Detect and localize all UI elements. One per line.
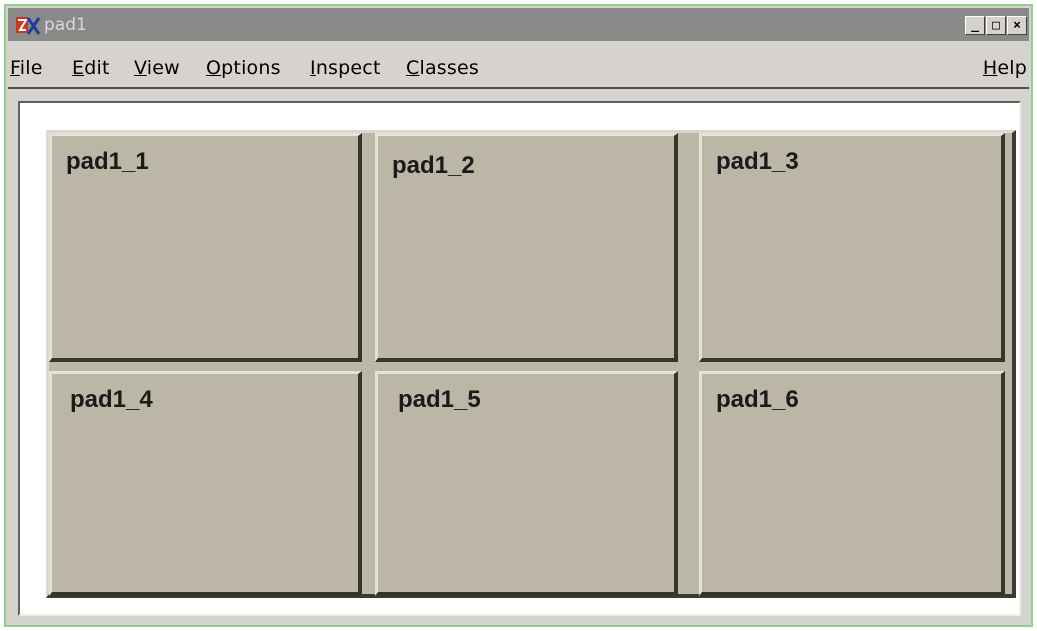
menu-options[interactable]: Options — [206, 57, 281, 79]
canvas-area[interactable]: pad1_1 pad1_2 pad1_3 pad1_4 pad1_5 pad1_… — [18, 101, 1021, 616]
pad-4[interactable]: pad1_4 — [49, 371, 362, 596]
pad-2[interactable]: pad1_2 — [375, 133, 678, 362]
menu-inspect-label: nspect — [315, 57, 381, 79]
pad-3[interactable]: pad1_3 — [699, 133, 1005, 362]
pad-label: pad1_6 — [716, 386, 799, 413]
pad-label: pad1_2 — [392, 152, 475, 179]
menu-help-mnemonic: H — [982, 57, 998, 79]
pad-label: pad1_1 — [66, 148, 149, 175]
menu-inspect[interactable]: Inspect — [310, 57, 381, 79]
menu-edit[interactable]: Edit — [72, 57, 110, 79]
menu-classes[interactable]: Classes — [406, 57, 479, 79]
menu-edit-label: dit — [84, 57, 110, 79]
menu-file-label: ile — [19, 57, 43, 79]
pad-label: pad1_5 — [398, 386, 481, 413]
menu-bar: File Edit View Options Inspect Classes H… — [8, 41, 1029, 89]
close-button[interactable]: × — [1007, 16, 1027, 35]
menu-file-mnemonic: F — [10, 57, 20, 79]
menu-help-label: elp — [997, 57, 1027, 79]
app-icon[interactable] — [14, 13, 42, 37]
maximize-button[interactable]: □ — [986, 16, 1006, 35]
menu-view-mnemonic: V — [134, 57, 147, 79]
menu-options-label: ptions — [221, 57, 281, 79]
pad-5[interactable]: pad1_5 — [375, 371, 678, 596]
menu-help[interactable]: Help — [983, 57, 1027, 79]
pad-label: pad1_3 — [716, 148, 799, 175]
menu-file[interactable]: File — [10, 57, 43, 79]
menu-classes-mnemonic: C — [406, 57, 420, 79]
application-window: pad1 _ □ × File Edit View Options Inspec… — [4, 4, 1033, 627]
minimize-button[interactable]: _ — [965, 16, 985, 35]
window-title: pad1 — [44, 14, 87, 35]
pad-label: pad1_4 — [70, 386, 153, 413]
menu-edit-mnemonic: E — [72, 57, 85, 79]
window-controls: _ □ × — [965, 16, 1027, 35]
title-bar[interactable]: pad1 _ □ × — [8, 8, 1029, 41]
menu-classes-label: lasses — [419, 57, 479, 79]
menu-view-label: iew — [146, 57, 180, 79]
pad-1[interactable]: pad1_1 — [49, 133, 362, 362]
menu-options-mnemonic: O — [206, 57, 222, 79]
pad-6[interactable]: pad1_6 — [699, 371, 1005, 596]
menu-view[interactable]: View — [134, 57, 180, 79]
canvas-frame[interactable]: pad1_1 pad1_2 pad1_3 pad1_4 pad1_5 pad1_… — [46, 130, 1016, 598]
